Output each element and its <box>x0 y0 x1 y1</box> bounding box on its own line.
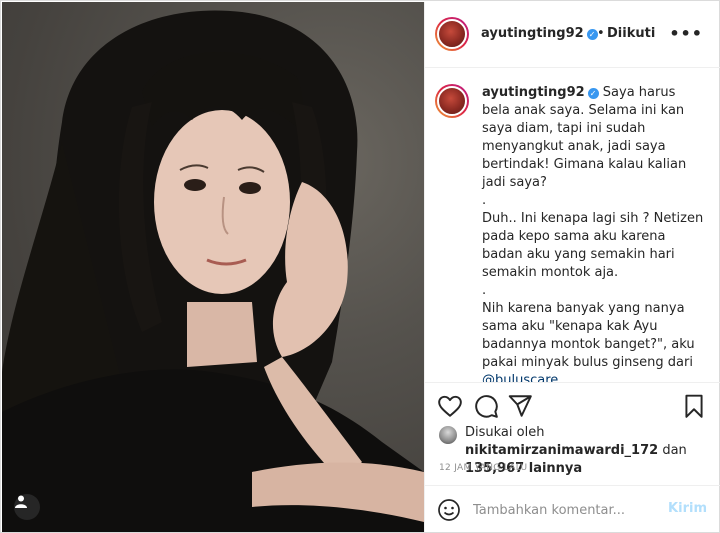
username-link[interactable]: ayutingting92 ✓ <box>481 26 598 41</box>
liker-username-link[interactable]: nikitamirzanimawardi_172 <box>465 443 658 458</box>
post-sidebar: ayutingting92 ✓ • Diikuti ••• ayutingting… <box>424 2 720 532</box>
post-photo[interactable] <box>2 2 424 532</box>
verified-badge-icon: ✓ <box>586 29 598 40</box>
caption-area: ayutingting92 ✓ Saya harus bela anak saya… <box>425 68 720 382</box>
comment-input[interactable] <box>473 499 663 521</box>
comment-box: Kirim <box>425 485 720 533</box>
verified-badge-icon: ✓ <box>587 88 599 99</box>
post-actions: Disukai oleh nikitamirzanimawardi_172 da… <box>425 382 720 532</box>
caption-text: ayutingting92 ✓ Saya harus bela anak saya… <box>482 84 707 382</box>
caption-avatar[interactable] <box>435 84 469 118</box>
likes-and: dan <box>662 443 687 458</box>
more-options-icon[interactable]: ••• <box>669 24 703 43</box>
post-timestamp[interactable]: 12 JAM YANG LALU <box>439 463 527 473</box>
user-tag-icon[interactable] <box>14 494 40 520</box>
header-separator: • <box>597 26 605 41</box>
caption-body: Saya harus bela anak saya. Selama ini ka… <box>482 85 704 370</box>
likes-prefix: Disukai oleh <box>465 425 545 440</box>
avatar[interactable] <box>435 17 469 51</box>
instagram-post: ayutingting92 ✓ • Diikuti ••• ayutingting… <box>0 0 720 533</box>
caption-mention-link[interactable]: @buluscare <box>482 373 558 382</box>
post-comment-button[interactable]: Kirim <box>668 501 707 516</box>
smiley-icon[interactable] <box>437 498 461 522</box>
following-button[interactable]: Diikuti <box>607 26 655 41</box>
heart-icon[interactable] <box>437 393 463 419</box>
post-header: ayutingting92 ✓ • Diikuti ••• <box>425 2 720 68</box>
liker-avatar[interactable] <box>439 426 457 444</box>
paper-plane-icon[interactable] <box>507 393 533 419</box>
bookmark-icon[interactable] <box>681 393 707 419</box>
caption-username[interactable]: ayutingting92 <box>482 85 585 100</box>
username-label[interactable]: ayutingting92 <box>481 26 584 41</box>
portrait-illustration <box>2 10 424 532</box>
comment-icon[interactable] <box>473 393 499 419</box>
